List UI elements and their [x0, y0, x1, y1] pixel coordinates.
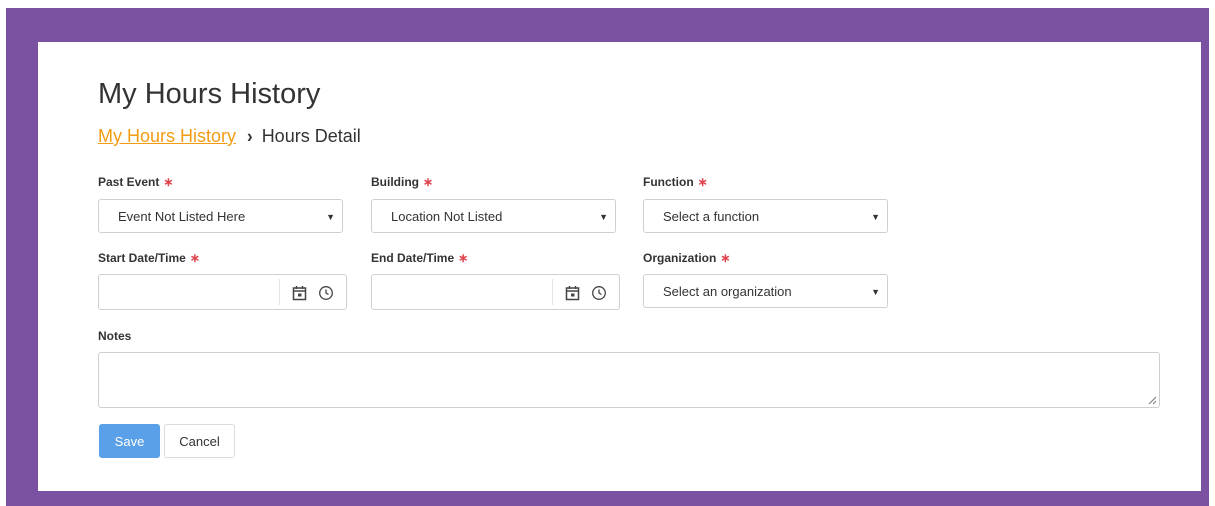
notes-label-text: Notes	[98, 329, 132, 343]
caret-down-icon: ▼	[326, 212, 335, 222]
cancel-button[interactable]: Cancel	[164, 424, 235, 458]
notes-label: Notes	[98, 329, 131, 343]
organization-value: Select an organization	[663, 283, 792, 299]
breadcrumb: My Hours History › Hours Detail	[98, 126, 361, 147]
building-label-text: Building	[371, 175, 419, 189]
required-marker: ∗	[697, 175, 708, 189]
end-datetime-input[interactable]	[371, 274, 620, 310]
required-marker: ∗	[189, 251, 200, 265]
building-label: Building ∗	[371, 175, 433, 189]
start-datetime-value[interactable]	[99, 275, 279, 309]
function-label-text: Function	[643, 175, 694, 189]
organization-label: Organization ∗	[643, 251, 730, 265]
calendar-icon[interactable]	[565, 285, 580, 301]
caret-down-icon: ▼	[871, 212, 880, 222]
function-label: Function ∗	[643, 175, 708, 189]
caret-down-icon: ▼	[871, 287, 880, 297]
page-title: My Hours History	[98, 78, 321, 110]
divider	[279, 279, 280, 305]
past-event-select[interactable]: Event Not Listed Here ▼	[98, 199, 343, 233]
end-datetime-label: End Date/Time ∗	[371, 251, 468, 265]
end-datetime-label-text: End Date/Time	[371, 251, 455, 265]
chevron-right-icon: ›	[247, 125, 253, 147]
calendar-icon[interactable]	[292, 285, 307, 301]
function-select[interactable]: Select a function ▼	[643, 199, 888, 233]
notes-textarea[interactable]	[98, 352, 1160, 408]
purple-frame: My Hours History My Hours History › Hour…	[6, 8, 1209, 506]
breadcrumb-current: Hours Detail	[261, 126, 361, 146]
required-marker: ∗	[720, 251, 731, 265]
required-marker: ∗	[423, 175, 434, 189]
building-value: Location Not Listed	[391, 208, 503, 224]
clock-icon[interactable]	[591, 285, 607, 301]
form-card: My Hours History My Hours History › Hour…	[38, 42, 1201, 491]
save-button[interactable]: Save	[99, 424, 160, 458]
past-event-label-text: Past Event	[98, 175, 160, 189]
start-datetime-label-text: Start Date/Time	[98, 251, 186, 265]
building-select[interactable]: Location Not Listed ▼	[371, 199, 616, 233]
start-datetime-label: Start Date/Time ∗	[98, 251, 200, 265]
required-marker: ∗	[163, 175, 174, 189]
organization-label-text: Organization	[643, 251, 717, 265]
divider	[552, 279, 553, 305]
past-event-label: Past Event ∗	[98, 175, 173, 189]
function-value: Select a function	[663, 208, 760, 224]
caret-down-icon: ▼	[599, 212, 608, 222]
clock-icon[interactable]	[318, 285, 334, 301]
required-marker: ∗	[458, 251, 469, 265]
start-datetime-input[interactable]	[98, 274, 347, 310]
past-event-value: Event Not Listed Here	[118, 208, 246, 224]
breadcrumb-link-my-hours-history[interactable]: My Hours History	[98, 126, 236, 147]
resize-grip-icon[interactable]	[1148, 396, 1157, 405]
organization-select[interactable]: Select an organization ▼	[643, 274, 888, 308]
end-datetime-value[interactable]	[372, 275, 552, 309]
